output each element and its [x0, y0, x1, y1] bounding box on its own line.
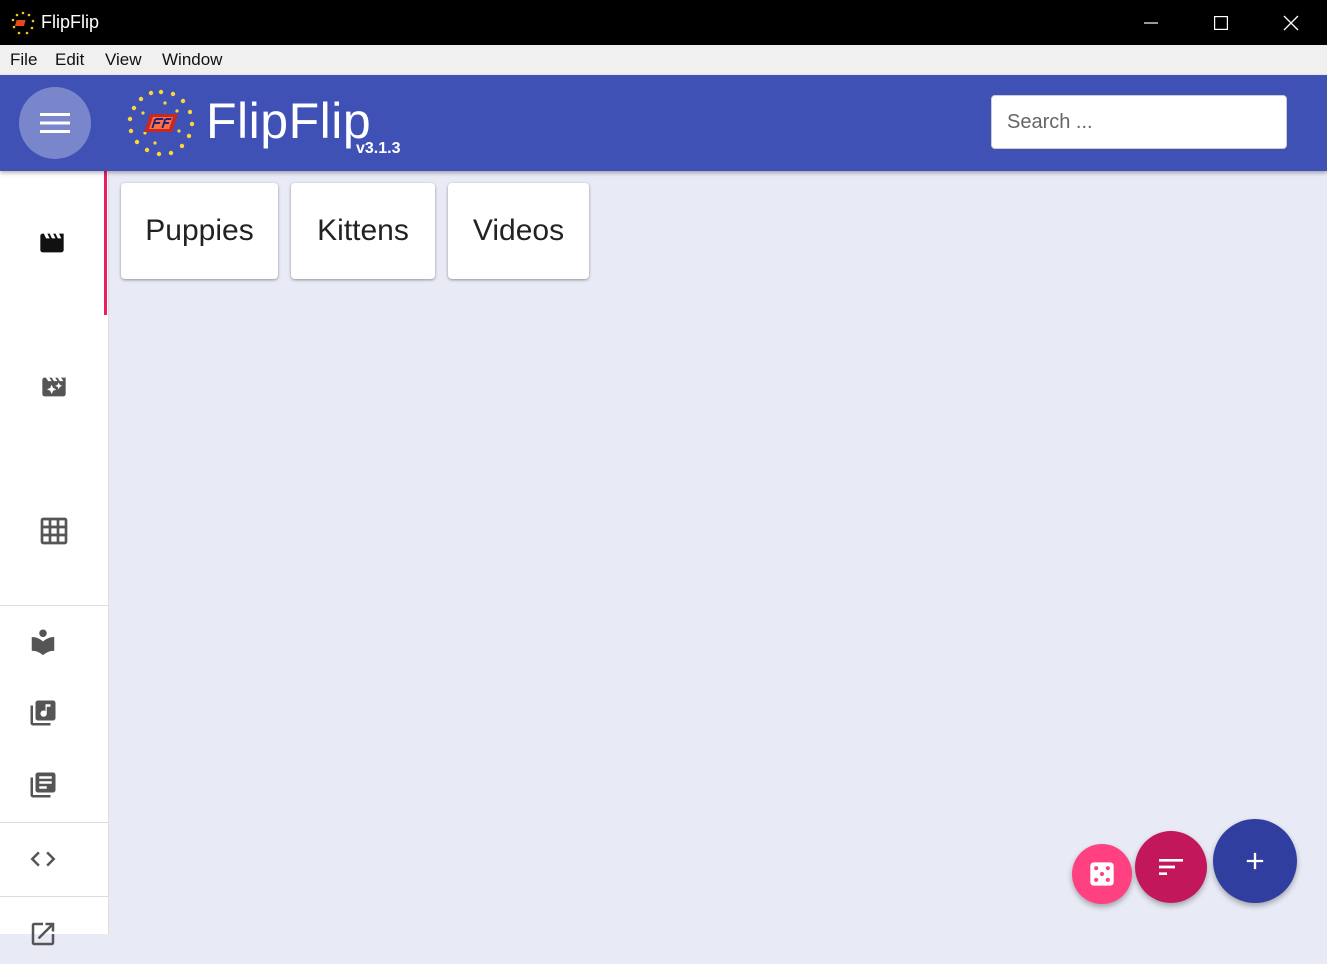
close-icon — [1283, 15, 1299, 30]
drawer-toggle-button[interactable] — [19, 87, 91, 159]
close-button[interactable] — [1256, 0, 1326, 45]
version-label: v3.1.3 — [356, 140, 401, 157]
code-icon — [30, 851, 56, 867]
sidebar-item-scripting[interactable] — [0, 829, 86, 889]
scene-card-videos[interactable]: Videos — [448, 183, 589, 279]
movie-filter-icon — [41, 377, 66, 397]
menu-file[interactable]: File — [10, 50, 37, 70]
menu-icon — [40, 113, 70, 133]
plus-icon — [1246, 852, 1264, 870]
sidebar — [0, 171, 109, 946]
scene-card-puppies[interactable]: Puppies — [121, 183, 278, 279]
sidebar-item-scenes[interactable] — [0, 171, 107, 315]
menu-window[interactable]: Window — [162, 50, 222, 70]
grid-icon — [40, 517, 67, 545]
menubar: File Edit View Window — [0, 45, 1327, 75]
sidebar-divider — [0, 822, 108, 823]
sidebar-item-scene-generators[interactable] — [0, 315, 107, 459]
minimize-button[interactable] — [1116, 0, 1186, 45]
sidebar-item-open-external[interactable] — [0, 904, 86, 964]
caption-library-icon — [30, 772, 56, 798]
minimize-icon — [1144, 21, 1158, 24]
menu-edit[interactable]: Edit — [55, 50, 84, 70]
maximize-icon — [1214, 15, 1228, 30]
random-button[interactable] — [1072, 844, 1132, 904]
sort-icon — [1159, 859, 1183, 875]
sidebar-item-scene-grids[interactable] — [0, 459, 107, 603]
sidebar-item-library[interactable] — [0, 612, 86, 672]
brand-title: FlipFlip — [206, 93, 372, 149]
sidebar-item-audio-library[interactable] — [0, 683, 86, 743]
audio-library-icon — [30, 700, 56, 726]
search-input[interactable] — [991, 95, 1287, 149]
sort-button[interactable] — [1135, 831, 1207, 903]
app-bar: FlipFlip v3.1.3 — [0, 75, 1327, 171]
maximize-button[interactable] — [1186, 0, 1256, 45]
sidebar-divider — [0, 896, 108, 897]
dice-icon — [1090, 862, 1114, 886]
sidebar-item-caption-library[interactable] — [0, 755, 86, 815]
app-icon — [11, 11, 35, 35]
menu-view[interactable]: View — [105, 50, 142, 70]
scene-card-kittens[interactable]: Kittens — [291, 183, 435, 279]
window-title: FlipFlip — [41, 12, 100, 32]
open-external-icon — [31, 922, 55, 946]
window-titlebar: FlipFlip — [0, 0, 1327, 45]
add-button[interactable] — [1213, 819, 1297, 903]
flipflip-logo — [127, 89, 195, 157]
library-icon — [31, 629, 55, 656]
movie-icon — [40, 233, 64, 253]
sidebar-divider — [0, 605, 108, 606]
